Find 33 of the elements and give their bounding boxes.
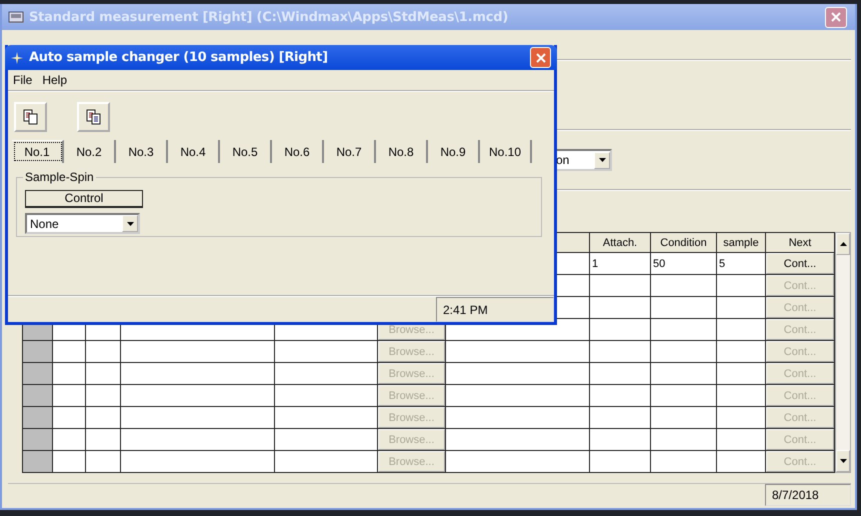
table-cell: 1 [592, 258, 598, 270]
close-button[interactable] [530, 47, 551, 68]
column-header: Control [25, 190, 143, 208]
column-header: sample [716, 232, 766, 252]
dropdown-arrow-icon [126, 222, 134, 226]
column-header: Condition [650, 232, 716, 252]
scroll-up-icon [840, 242, 846, 246]
control-dropdown[interactable]: None [25, 213, 140, 234]
continue-button[interactable]: Cont... [766, 254, 834, 274]
toolbar-button[interactable] [77, 102, 110, 132]
tab[interactable]: No.1 [12, 140, 64, 163]
window-title: Auto sample changer (10 samples) [Right] [29, 50, 328, 65]
close-icon [536, 52, 546, 62]
window-title: Standard measurement [Right] (C:\Windmax\Apps\StdMeas\1.mcd) [29, 10, 508, 24]
column-header: Attach. [590, 232, 650, 252]
documents-icon [86, 109, 102, 125]
dropdown-arrow-icon [598, 158, 606, 162]
toolbar-button[interactable] [14, 102, 47, 132]
menu-item[interactable]: Help [42, 73, 68, 87]
column-header: Next [766, 232, 834, 252]
table-cell: 50 [653, 258, 666, 270]
close-icon [831, 12, 841, 22]
scroll-down-icon [840, 459, 846, 463]
menu-item[interactable]: File [13, 73, 32, 87]
table-cell: 5 [719, 258, 726, 270]
status-time: 2:41 PM [436, 297, 554, 322]
status-date: 8/7/2018 [765, 484, 851, 506]
close-button[interactable] [825, 6, 847, 28]
documents-icon [22, 109, 38, 125]
group-title: Sample-Spin [23, 170, 96, 184]
window-icon [11, 52, 23, 64]
scrollbar[interactable] [835, 232, 851, 473]
window-icon [8, 10, 24, 24]
